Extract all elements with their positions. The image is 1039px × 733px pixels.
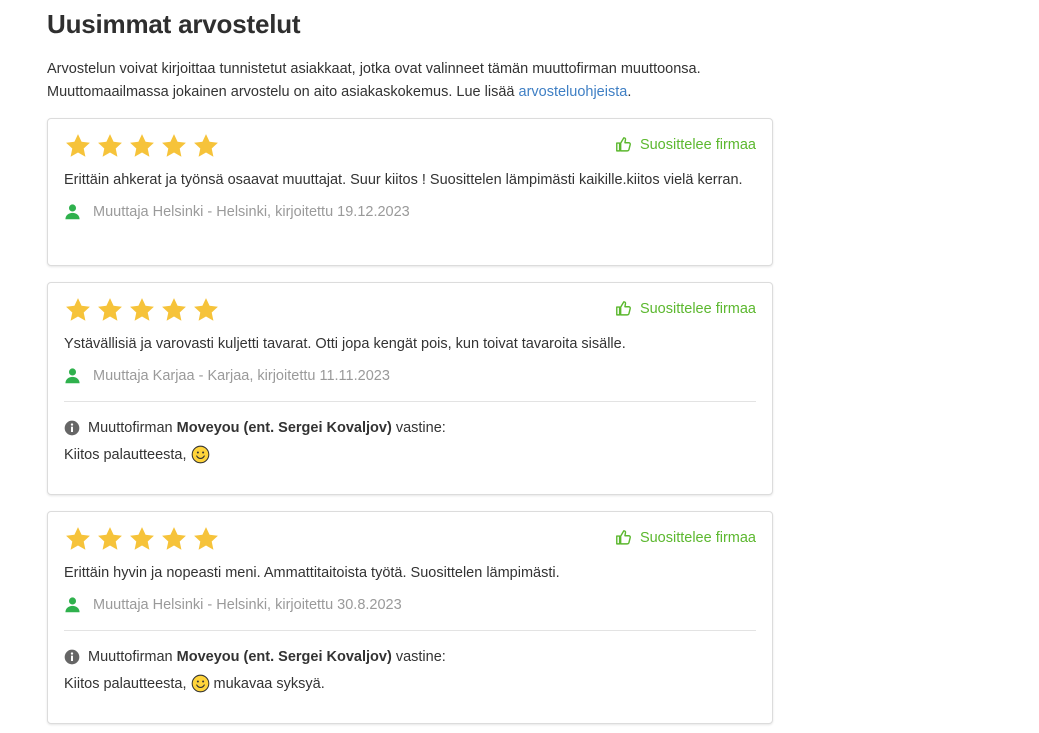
thumbs-up-icon: [615, 300, 632, 317]
reply-company-name: Moveyou (ent. Sergei Kovaljov): [176, 420, 392, 436]
reply-company-name: Moveyou (ent. Sergei Kovaljov): [176, 649, 392, 665]
star-icon: [128, 132, 156, 160]
star-icon: [64, 296, 92, 324]
review-author: Muuttaja Helsinki - Helsinki, kirjoitett…: [64, 596, 756, 613]
recommend-label: Suosittelee firmaa: [639, 529, 756, 546]
thumbs-up-icon: [615, 529, 632, 546]
thumbs-up-icon: [615, 136, 632, 153]
user-icon: [64, 596, 81, 613]
intro-line-1: Arvostelun voivat kirjoittaa tunnistetut…: [47, 61, 701, 77]
star-icon: [160, 132, 188, 160]
reply-text: Kiitos palautteesta,: [64, 675, 187, 692]
star-icon: [192, 525, 220, 553]
section-title: Uusimmat arvostelut: [47, 9, 301, 39]
review-header: Suosittelee firmaa: [64, 525, 756, 553]
author-label: Muuttaja Karjaa - Karjaa, kirjoitettu 11…: [93, 367, 390, 384]
reviews-section: Uusimmat arvostelut Arvostelun voivat ki…: [47, 0, 775, 724]
review-author: Muuttaja Helsinki - Helsinki, kirjoitett…: [64, 203, 756, 220]
star-icon: [96, 296, 124, 324]
review-text: Erittäin hyvin ja nopeasti meni. Ammatti…: [64, 565, 560, 581]
recommend-badge: Suosittelee firmaa: [615, 136, 756, 153]
intro-text: Arvostelun voivat kirjoittaa tunnistetut…: [47, 58, 775, 104]
divider: [64, 401, 756, 402]
star-icon: [160, 296, 188, 324]
recommend-badge: Suosittelee firmaa: [615, 300, 756, 317]
review-text: Ystävällisiä ja varovasti kuljetti tavar…: [64, 336, 626, 352]
company-reply-header: Muuttofirman Moveyou (ent. Sergei Kovalj…: [64, 649, 756, 665]
star-icon: [192, 296, 220, 324]
author-label: Muuttaja Helsinki - Helsinki, kirjoitett…: [93, 596, 402, 613]
info-icon: [64, 649, 80, 665]
star-icon: [128, 296, 156, 324]
company-reply-text: Kiitos palautteesta, mukavaa syksyä.: [64, 674, 756, 693]
star-icon: [96, 525, 124, 553]
company-reply-text: Kiitos palautteesta,: [64, 445, 756, 464]
reply-header-text: Muuttofirman Moveyou (ent. Sergei Kovalj…: [88, 649, 446, 665]
smiley-icon: [191, 674, 210, 693]
review-guidelines-link[interactable]: arvosteluohjeista: [519, 84, 628, 100]
review-author: Muuttaja Karjaa - Karjaa, kirjoitettu 11…: [64, 367, 756, 384]
review-text: Erittäin ahkerat ja työnsä osaavat muutt…: [64, 172, 743, 188]
user-icon: [64, 367, 81, 384]
recommend-badge: Suosittelee firmaa: [615, 529, 756, 546]
divider: [64, 630, 756, 631]
star-icon: [192, 132, 220, 160]
info-icon: [64, 420, 80, 436]
reply-header-text: Muuttofirman Moveyou (ent. Sergei Kovalj…: [88, 420, 446, 436]
reply-text: Kiitos palautteesta,: [64, 446, 187, 463]
intro-line-2-end: .: [627, 84, 632, 100]
reply-text-after: mukavaa syksyä.: [213, 675, 325, 692]
star-icon: [64, 525, 92, 553]
star-icon: [160, 525, 188, 553]
star-icon: [128, 525, 156, 553]
star-icon: [64, 132, 92, 160]
intro-line-2: Muuttomaailmassa jokainen arvostelu on a…: [47, 84, 519, 100]
review-card: Suosittelee firmaa Erittäin ahkerat ja t…: [47, 118, 773, 266]
author-label: Muuttaja Helsinki - Helsinki, kirjoitett…: [93, 203, 410, 220]
review-header: Suosittelee firmaa: [64, 296, 756, 324]
smiley-icon: [191, 445, 210, 464]
company-reply-header: Muuttofirman Moveyou (ent. Sergei Kovalj…: [64, 420, 756, 436]
review-header: Suosittelee firmaa: [64, 132, 756, 160]
recommend-label: Suosittelee firmaa: [639, 300, 756, 317]
recommend-label: Suosittelee firmaa: [639, 136, 756, 153]
review-card: Suosittelee firmaa Ystävällisiä ja varov…: [47, 282, 773, 495]
user-icon: [64, 203, 81, 220]
review-card: Suosittelee firmaa Erittäin hyvin ja nop…: [47, 511, 773, 724]
star-icon: [96, 132, 124, 160]
